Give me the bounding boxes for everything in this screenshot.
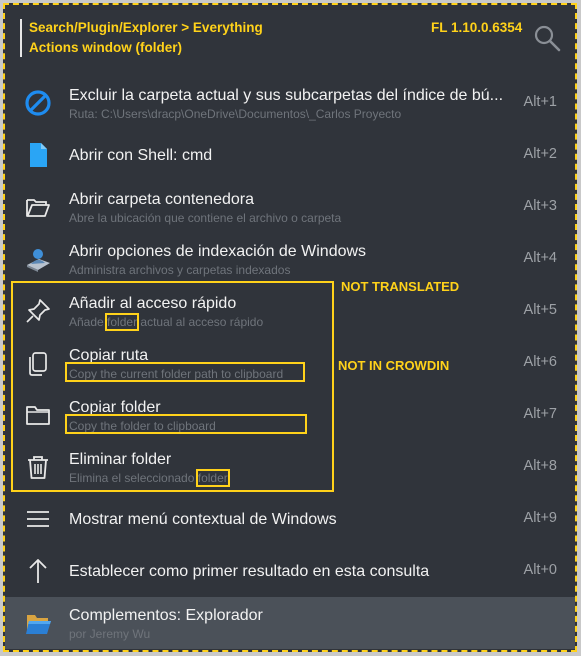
- row-hotkey: Alt+6: [523, 354, 557, 370]
- annotation-group-box: [11, 281, 334, 492]
- row-title: Complementos: Explorador: [69, 607, 263, 624]
- annotation-not-translated: NOT TRANSLATED: [341, 279, 460, 294]
- arrow-up-icon: [24, 557, 52, 585]
- menu-icon: [24, 505, 52, 533]
- annotation-copy-path-box: [65, 362, 305, 382]
- row-hotkey: Alt+7: [523, 406, 557, 422]
- row-title: Mostrar menú contextual de Windows: [69, 511, 337, 528]
- row-subtitle: Administra archivos y carpetas indexados: [69, 263, 291, 277]
- row-hotkey: Alt+1: [523, 94, 557, 110]
- row-hotkey: Alt+8: [523, 458, 557, 474]
- annotation-not-in-crowdin: NOT IN CROWDIN: [338, 358, 450, 373]
- row-hotkey: Alt+4: [523, 250, 557, 266]
- search-icon[interactable]: [533, 24, 561, 52]
- result-row-plugin-explorer[interactable]: Complementos: Explorador por Jeremy Wu: [5, 597, 575, 649]
- row-subtitle: por Jeremy Wu: [69, 627, 151, 641]
- explorer-plugin-icon: [24, 609, 52, 637]
- header-subtitle: Actions window (folder): [29, 40, 182, 55]
- row-title: Abrir carpeta contenedora: [69, 191, 254, 208]
- indexing-icon: [24, 245, 52, 273]
- actions-window: Search/Plugin/Explorer > Everything Acti…: [3, 3, 577, 652]
- block-icon: [24, 89, 52, 117]
- file-icon: [24, 141, 52, 169]
- row-hotkey: Alt+5: [523, 302, 557, 318]
- row-hotkey: Alt+3: [523, 198, 557, 214]
- row-title: Establecer como primer resultado en esta…: [69, 563, 430, 580]
- header-title: Search/Plugin/Explorer > Everything: [29, 20, 263, 35]
- result-row-indexing-options[interactable]: Abrir opciones de indexación de Windows …: [5, 233, 575, 285]
- annotation-copy-folder-box: [65, 414, 307, 434]
- row-hotkey: Alt+0: [523, 562, 557, 578]
- row-title: Abrir opciones de indexación de Windows: [69, 243, 367, 260]
- row-subtitle: Ruta: C:\Users\dracp\OneDrive\Documentos…: [69, 107, 402, 121]
- result-row-context-menu[interactable]: Mostrar menú contextual de Windows Alt+9: [5, 493, 575, 545]
- result-row-set-first-result[interactable]: Establecer como primer resultado en esta…: [5, 545, 575, 597]
- row-hotkey: Alt+9: [523, 510, 557, 526]
- header: Search/Plugin/Explorer > Everything Acti…: [5, 5, 575, 75]
- version-label: FL 1.10.0.6354: [431, 20, 523, 35]
- result-row-shell-cmd[interactable]: Abrir con Shell: cmd Alt+2: [5, 129, 575, 181]
- row-subtitle: Abre la ubicación que contiene el archiv…: [69, 211, 342, 225]
- folder-open-icon: [24, 193, 52, 221]
- row-title: Abrir con Shell: cmd: [69, 147, 213, 164]
- result-row-open-containing-folder[interactable]: Abrir carpeta contenedora Abre la ubicac…: [5, 181, 575, 233]
- result-row-exclude[interactable]: Excluir la carpeta actual y sus subcarpe…: [5, 77, 575, 129]
- search-caret: [20, 19, 22, 57]
- row-title: Excluir la carpeta actual y sus subcarpe…: [69, 87, 504, 104]
- row-hotkey: Alt+2: [523, 146, 557, 162]
